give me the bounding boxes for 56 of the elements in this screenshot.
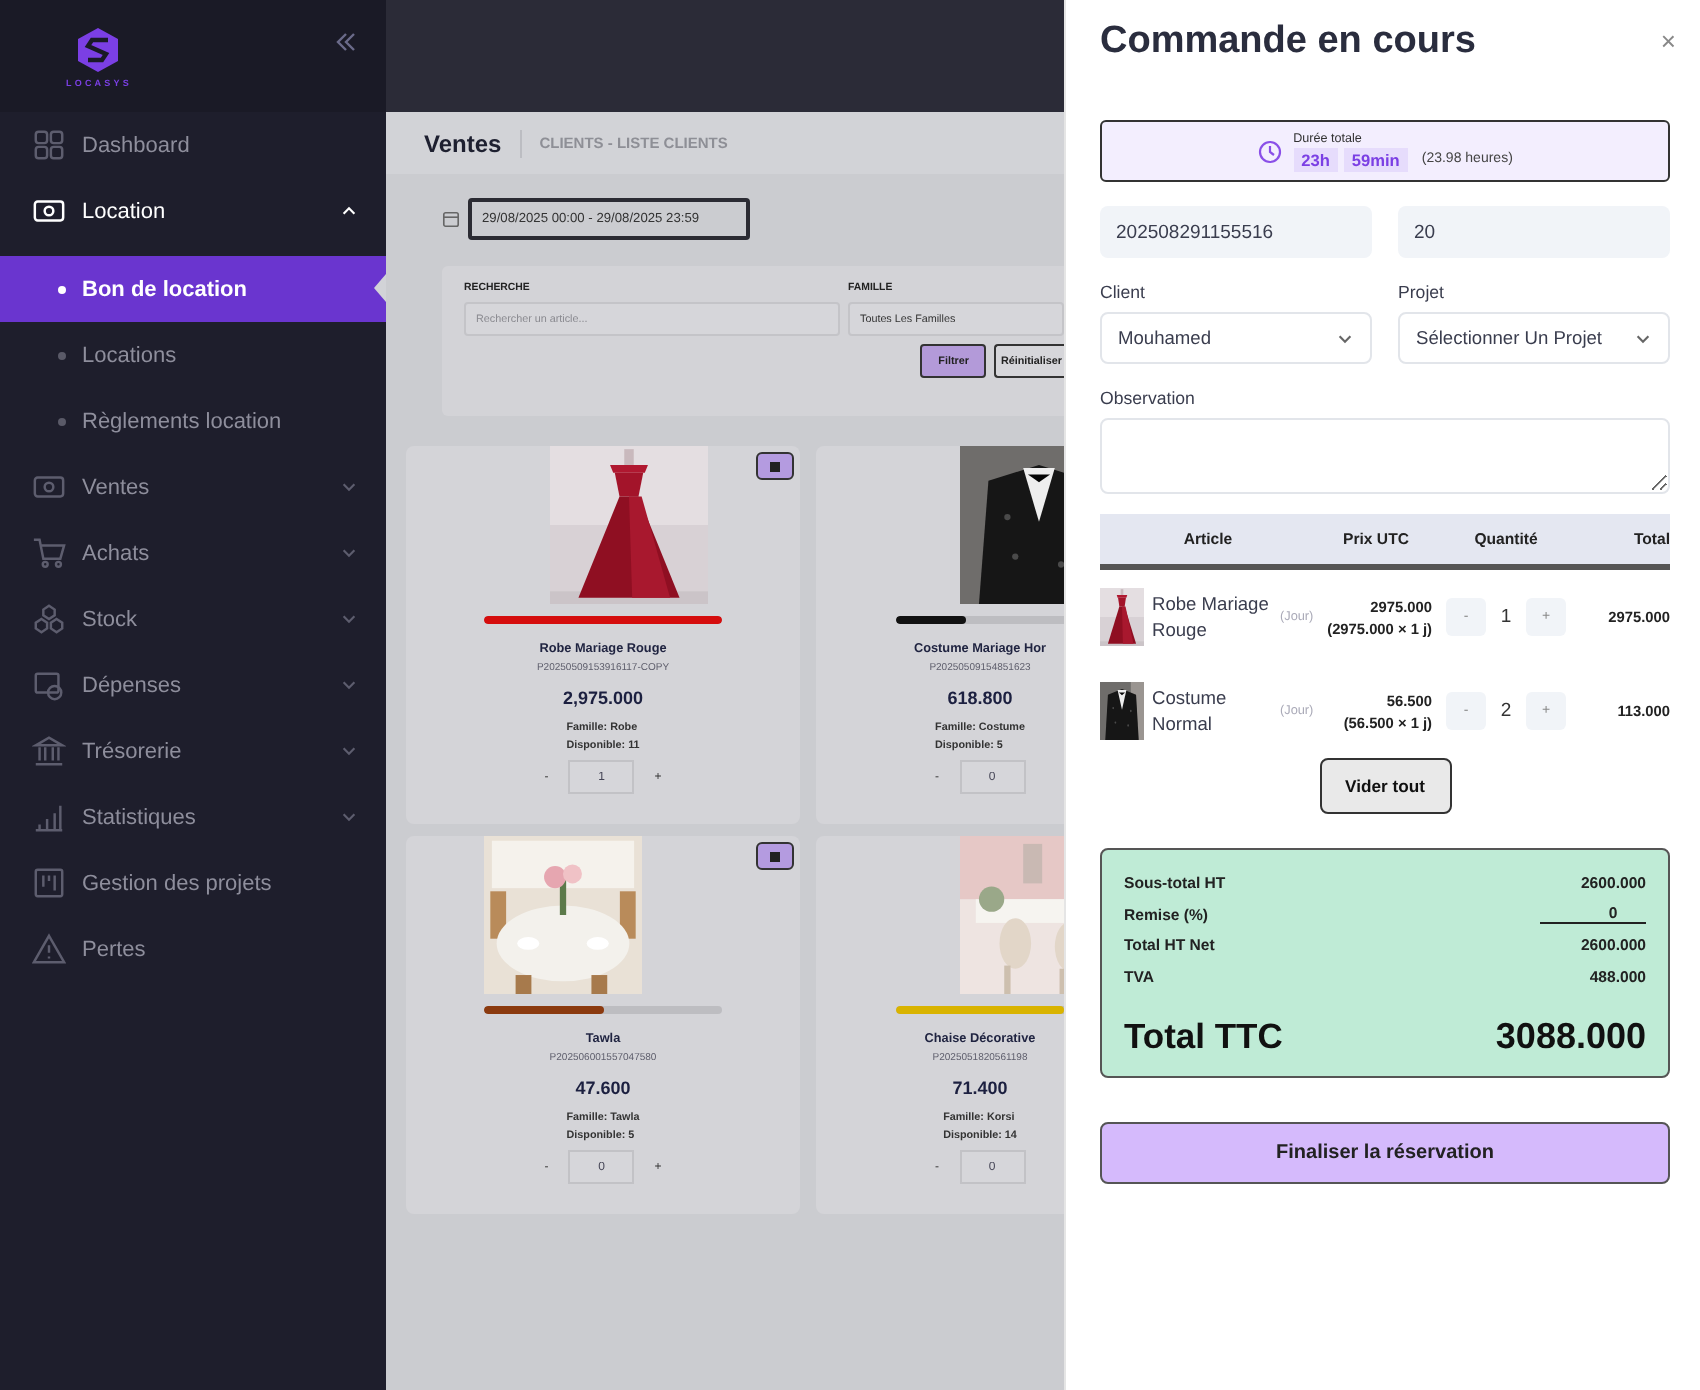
reference-field[interactable]: 202508291155516 <box>1100 206 1372 258</box>
sidebar-item[interactable]: Stock <box>0 586 386 652</box>
cart-icon <box>32 536 66 570</box>
warning-icon <box>32 932 66 966</box>
sidebar-item[interactable]: Trésorerie <box>0 718 386 784</box>
banknote-icon <box>32 470 66 504</box>
add-button[interactable] <box>756 452 794 480</box>
logo-icon <box>74 25 123 73</box>
sidebar-item[interactable]: Dépenses <box>0 652 386 718</box>
page-title: Ventes <box>424 129 522 157</box>
banknote-icon <box>32 194 66 228</box>
product-price: 2,975.000 <box>562 688 644 708</box>
sidebar-subitem[interactable]: Bon de location <box>0 256 386 322</box>
sidebar-item[interactable]: Gestion des projets <box>0 850 386 916</box>
number-field[interactable]: 20 <box>1398 206 1670 258</box>
add-button[interactable] <box>756 842 794 870</box>
client-select[interactable]: Mouhamed <box>1100 312 1372 364</box>
total-value: 3088.000 <box>1495 1016 1646 1058</box>
quantity-value: 2 <box>1498 700 1514 722</box>
clear-button[interactable]: Vider tout <box>1319 758 1451 814</box>
field-label: Observation <box>1100 388 1197 410</box>
total-label: Total TTC <box>1124 1016 1283 1058</box>
product-price: 71.400 <box>952 1078 1008 1098</box>
grid-icon <box>32 128 66 162</box>
bar-chart-icon <box>32 800 66 834</box>
observation-field[interactable] <box>1100 418 1670 494</box>
sidebar-item[interactable]: Pertes <box>0 916 386 982</box>
field-label: Projet <box>1398 282 1446 304</box>
sidebar-item[interactable]: Ventes <box>0 454 386 520</box>
cubes-icon <box>32 602 66 636</box>
calendar-icon <box>442 210 460 228</box>
article-name: Costume Normal <box>1152 685 1229 737</box>
field-label: Client <box>1100 282 1147 304</box>
collapse-icon[interactable] <box>334 30 358 54</box>
product-price: 618.800 <box>947 688 1013 708</box>
sidebar-item[interactable]: Achats <box>0 520 386 586</box>
clock-icon <box>1257 139 1282 163</box>
panel-title: Commande en cours <box>1100 18 1476 66</box>
sidebar-item[interactable]: Location <box>0 178 386 244</box>
sidebar-item[interactable]: Statistiques <box>0 784 386 850</box>
bank-icon <box>32 734 66 768</box>
sidebar-subitem[interactable]: Locations <box>0 322 386 388</box>
product-price: 47.600 <box>575 1078 631 1098</box>
hours-badge: 23h <box>1293 147 1338 171</box>
quantity-value: 1 <box>1498 606 1514 628</box>
close-button[interactable]: × <box>1660 26 1676 56</box>
project-select[interactable]: Sélectionner Un Projet <box>1398 312 1670 364</box>
square-icon <box>770 461 780 471</box>
finalize-button[interactable]: Finaliser la réservation <box>1100 1122 1670 1184</box>
minutes-badge: 59min <box>1343 147 1408 171</box>
sidebar-subitem[interactable]: Règlements location <box>0 388 386 454</box>
board-icon <box>32 866 66 900</box>
article-name: Robe Mariage Rouge <box>1152 591 1271 643</box>
square-icon <box>770 851 780 861</box>
receipt-icon <box>32 668 66 702</box>
sidebar-item[interactable]: Dashboard <box>0 112 386 178</box>
